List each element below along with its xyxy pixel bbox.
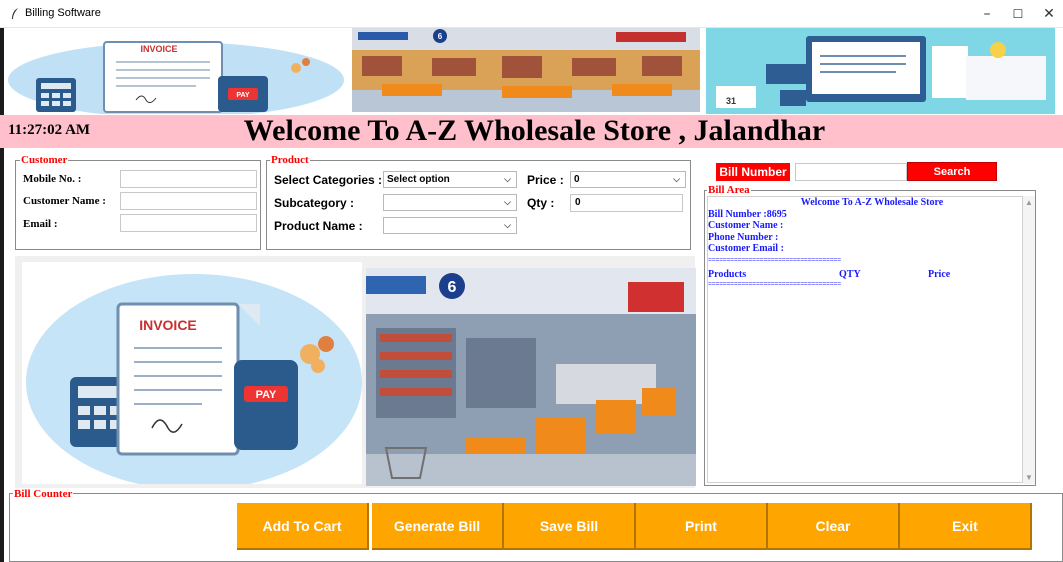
supermarket-banner-image: 6 bbox=[352, 28, 700, 112]
bill-columns-header: Products QTY Price bbox=[708, 269, 1022, 282]
bill-number-label: Bill Number : bbox=[716, 163, 790, 197]
qty-input[interactable]: 0 bbox=[570, 194, 683, 212]
subcategory-select[interactable]: ⌵ bbox=[383, 194, 517, 211]
calendar-day-text: 31 bbox=[726, 96, 736, 106]
product-name-select[interactable]: ⌵ bbox=[383, 217, 517, 234]
price-label: Price : bbox=[527, 173, 564, 187]
subcategory-label: Subcategory : bbox=[274, 196, 355, 210]
bill-number-input[interactable] bbox=[795, 163, 907, 181]
bill-scrollbar[interactable]: ▲ ▼ bbox=[1023, 196, 1035, 484]
product-name-label: Product Name : bbox=[274, 219, 363, 233]
chevron-down-icon: ⌵ bbox=[504, 174, 511, 184]
chevron-down-icon: ⌵ bbox=[673, 174, 680, 184]
qty-label: Qty : bbox=[527, 196, 555, 210]
category-label: Select Categories : bbox=[274, 173, 383, 187]
close-button[interactable]: ✕ bbox=[1034, 2, 1063, 26]
invoice-desktop-banner-image: 31 bbox=[706, 28, 1055, 114]
bill-textarea[interactable]: Welcome To A-Z Wholesale Store Bill Numb… bbox=[707, 196, 1023, 483]
window-edge bbox=[0, 28, 4, 562]
maximize-button[interactable]: ☐ bbox=[1003, 2, 1033, 26]
welcome-title: Welcome To A-Z Wholesale Store , Jalandh… bbox=[243, 114, 826, 147]
invoice-illustration-text: INVOICE bbox=[139, 317, 197, 333]
aisle-sign-photo-text: 6 bbox=[448, 279, 457, 296]
window-titlebar[interactable] bbox=[0, 0, 1063, 28]
bill-col-products: Products bbox=[708, 268, 747, 280]
aisle-sign-text: 6 bbox=[438, 32, 443, 41]
bill-number-line: Bill Number :8695 bbox=[708, 208, 787, 220]
bill-col-price: Price bbox=[928, 268, 951, 280]
supermarket-checkout-image: 6 bbox=[366, 268, 696, 486]
category-select-value: Select option bbox=[387, 174, 450, 185]
bill-divider: ==================================== bbox=[708, 257, 841, 263]
minimize-button[interactable]: – bbox=[972, 2, 1002, 26]
customer-name-input[interactable] bbox=[120, 192, 257, 210]
price-select[interactable]: 0 ⌵ bbox=[570, 171, 686, 188]
mobile-input[interactable] bbox=[120, 170, 257, 188]
save-bill-button[interactable]: Save Bill bbox=[504, 503, 636, 550]
search-button[interactable]: Search bbox=[907, 162, 997, 181]
category-select[interactable]: Select option ⌵ bbox=[383, 171, 517, 188]
bill-counter-legend: Bill Counter bbox=[13, 488, 74, 500]
clear-button[interactable]: Clear bbox=[768, 503, 900, 550]
chevron-down-icon: ⌵ bbox=[504, 220, 511, 230]
invoice-banner-text: INVOICE bbox=[140, 44, 177, 54]
scroll-up-icon[interactable]: ▲ bbox=[1025, 198, 1033, 207]
bill-divider-2: ==================================== bbox=[708, 281, 841, 287]
customer-frame-legend: Customer bbox=[20, 154, 69, 166]
email-input[interactable] bbox=[120, 214, 257, 232]
exit-button[interactable]: Exit bbox=[900, 503, 1032, 550]
invoice-illustration-image: INVOICE PAY bbox=[22, 262, 362, 484]
price-select-value: 0 bbox=[574, 174, 580, 185]
bill-customer-name-line: Customer Name : bbox=[708, 220, 784, 231]
pay-banner-text: PAY bbox=[236, 92, 250, 99]
add-to-cart-button[interactable]: Add To Cart bbox=[237, 503, 369, 550]
mobile-label: Mobile No. : bbox=[23, 173, 82, 185]
customer-name-label: Customer Name : bbox=[23, 195, 106, 207]
bill-email-line: Customer Email : bbox=[708, 243, 784, 254]
email-label: Email : bbox=[23, 218, 58, 230]
bill-store-line: Welcome To A-Z Wholesale Store bbox=[800, 197, 944, 208]
product-frame-legend: Product bbox=[270, 154, 310, 166]
invoice-banner-image: PAY INVOICE bbox=[6, 28, 346, 114]
bill-area-legend: Bill Area bbox=[707, 184, 751, 196]
feather-icon bbox=[12, 8, 18, 19]
bill-col-qty: QTY bbox=[839, 268, 861, 280]
generate-bill-button[interactable]: Generate Bill bbox=[372, 503, 504, 550]
bill-phone-line: Phone Number : bbox=[708, 231, 779, 243]
window-title: Billing Software bbox=[25, 7, 101, 19]
scroll-down-icon[interactable]: ▼ bbox=[1025, 473, 1033, 482]
print-button[interactable]: Print bbox=[636, 503, 768, 550]
chevron-down-icon: ⌵ bbox=[504, 197, 511, 207]
pay-illustration-text: PAY bbox=[256, 389, 277, 401]
